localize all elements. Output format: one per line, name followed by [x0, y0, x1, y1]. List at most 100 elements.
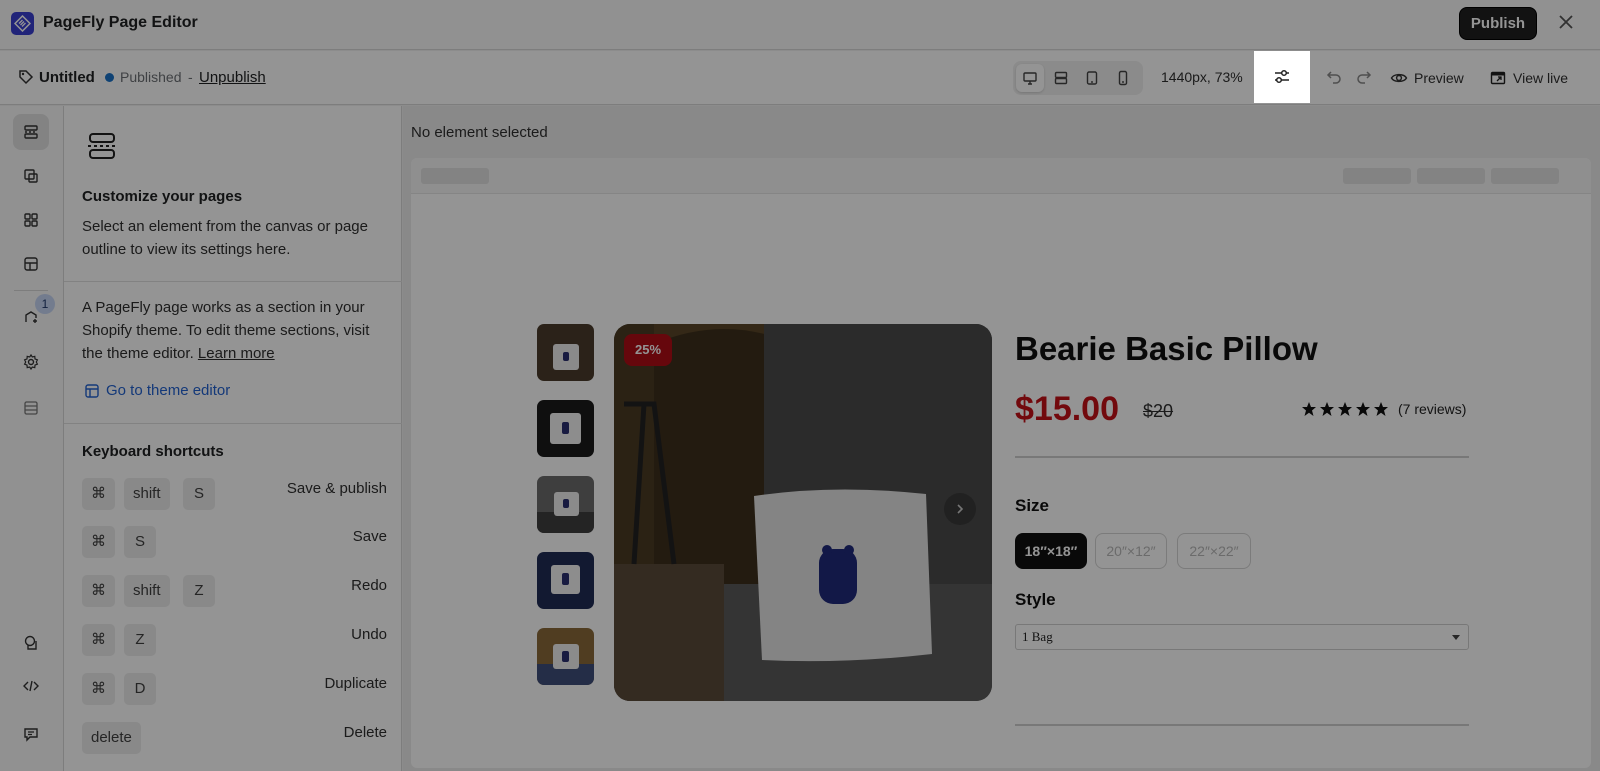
theme-editor-icon [85, 383, 99, 398]
product-main-image[interactable]: 25% [614, 324, 992, 701]
product-thumbnail[interactable] [537, 324, 594, 381]
product-thumbnail[interactable] [537, 628, 594, 685]
size-option[interactable]: 22″×22″ [1177, 533, 1251, 569]
laptop-view-icon[interactable] [1047, 64, 1075, 92]
discount-badge: 25% [624, 334, 672, 366]
editor-toolbar: Untitled Published - Unpublish 1440px, 7… [0, 51, 1600, 105]
learn-more-link[interactable]: Learn more [198, 345, 275, 362]
layout-icon[interactable] [13, 246, 49, 282]
size-option[interactable]: 18″×18″ [1015, 533, 1087, 569]
product-thumbnail[interactable] [537, 400, 594, 457]
key-cap: S [183, 478, 215, 510]
star-rating-icon [1302, 402, 1388, 416]
mobile-view-icon[interactable] [1109, 64, 1137, 92]
undo-icon[interactable] [1325, 68, 1343, 91]
key-cap: ⌘ [82, 575, 115, 607]
settings-gear-icon[interactable] [13, 344, 49, 380]
product-price: $15.00 [1015, 390, 1119, 428]
page-preview-frame[interactable]: 25% Bearie Basic Pillow $15.00 $20 (7 re… [411, 158, 1591, 768]
chevron-down-icon [1452, 635, 1460, 640]
product-thumbnail[interactable] [537, 476, 594, 533]
header-placeholder [1417, 168, 1485, 184]
sections-icon[interactable] [13, 390, 49, 426]
shortcut-row: ⌘ S Save [82, 526, 387, 560]
compare-at-price: $20 [1143, 401, 1174, 421]
pillow-photo-icon [614, 324, 992, 701]
device-switcher [1013, 61, 1143, 95]
panel-title: Customize your pages [82, 188, 243, 205]
shortcut-label: Redo [351, 577, 387, 594]
header-placeholder [421, 168, 489, 184]
shopify-apps-icon[interactable] [13, 624, 49, 660]
shortcut-row: ⌘ D Duplicate [82, 673, 387, 707]
status-dot [105, 73, 114, 82]
key-cap: ⌘ [82, 624, 115, 656]
style-select[interactable]: 1 Bag [1015, 624, 1469, 650]
shortcut-row: ⌘ shift S Save & publish [82, 478, 387, 512]
elements-grid-icon[interactable] [13, 202, 49, 238]
panel-description: Select an element from the canvas or pag… [82, 218, 368, 258]
size-label: Size [1015, 496, 1050, 515]
status-separator: - [188, 69, 193, 85]
product-rating: (7 reviews) [1301, 401, 1466, 417]
theme-info-text: A PageFly page works as a section in you… [82, 296, 387, 365]
rail-divider [14, 290, 48, 291]
editor-canvas[interactable]: No element selected 25% Bearie Basic Pil… [403, 106, 1600, 771]
shortcut-row: ⌘ shift Z Redo [82, 575, 387, 609]
page-name[interactable]: Untitled [39, 69, 95, 86]
external-window-icon [1490, 71, 1506, 85]
theme-section: A PageFly page works as a section in you… [64, 282, 402, 424]
size-option[interactable]: 20″×12″ [1095, 533, 1167, 569]
shortcut-label: Duplicate [324, 675, 387, 692]
next-image-arrow-icon[interactable] [944, 493, 976, 525]
preview-button[interactable]: Preview [1390, 67, 1464, 89]
eye-icon [1390, 73, 1408, 83]
chat-support-icon[interactable] [13, 716, 49, 752]
tablet-view-icon[interactable] [1078, 64, 1106, 92]
key-cap: shift [124, 478, 170, 510]
shortcuts-title: Keyboard shortcuts [82, 443, 224, 460]
product-title: Bearie Basic Pillow [1015, 330, 1318, 367]
redo-icon[interactable] [1355, 68, 1373, 91]
close-icon[interactable] [1555, 11, 1577, 33]
settings-panel: Customize your pages Select an element f… [64, 106, 402, 771]
shortcut-label: Delete [343, 724, 387, 741]
section-element-icon [86, 130, 118, 167]
publish-button[interactable]: Publish [1459, 7, 1537, 40]
key-cap: Z [124, 624, 156, 656]
shortcut-label: Save & publish [286, 480, 387, 497]
key-cap: delete [82, 722, 141, 754]
selection-status: No element selected [411, 124, 548, 141]
theme-editor-label: Go to theme editor [106, 382, 231, 399]
key-cap: ⌘ [82, 673, 115, 705]
view-live-label: View live [1513, 70, 1568, 86]
divider [1015, 456, 1469, 458]
shortcut-row: delete Delete [82, 722, 387, 756]
notification-badge: 1 [35, 294, 55, 314]
view-live-button[interactable]: View live [1490, 67, 1568, 89]
product-thumbnail[interactable] [537, 552, 594, 609]
go-to-theme-editor-link[interactable]: Go to theme editor [84, 382, 230, 399]
media-icon[interactable] [13, 158, 49, 194]
unpublish-link[interactable]: Unpublish [199, 69, 266, 86]
page-outline-icon[interactable] [13, 114, 49, 150]
review-count[interactable]: (7 reviews) [1398, 401, 1466, 417]
key-cap: ⌘ [82, 526, 115, 558]
page-settings-button[interactable] [1254, 51, 1310, 103]
code-icon[interactable] [13, 668, 49, 704]
left-icon-rail: 1 [0, 106, 64, 771]
style-label: Style [1015, 590, 1056, 609]
desktop-view-icon[interactable] [1016, 64, 1044, 92]
key-cap: Z [183, 575, 215, 607]
tag-icon [18, 69, 34, 90]
shortcut-label: Undo [351, 626, 387, 643]
status-badge: Published [120, 69, 182, 85]
divider [1015, 724, 1469, 726]
title-bar: PageFly Page Editor Publish [0, 0, 1600, 50]
app-title: PageFly Page Editor [43, 14, 198, 31]
key-cap: shift [124, 575, 170, 607]
sliders-icon [1275, 69, 1289, 84]
header-placeholder [1343, 168, 1411, 184]
shortcut-row: ⌘ Z Undo [82, 624, 387, 658]
key-cap: ⌘ [82, 478, 115, 510]
